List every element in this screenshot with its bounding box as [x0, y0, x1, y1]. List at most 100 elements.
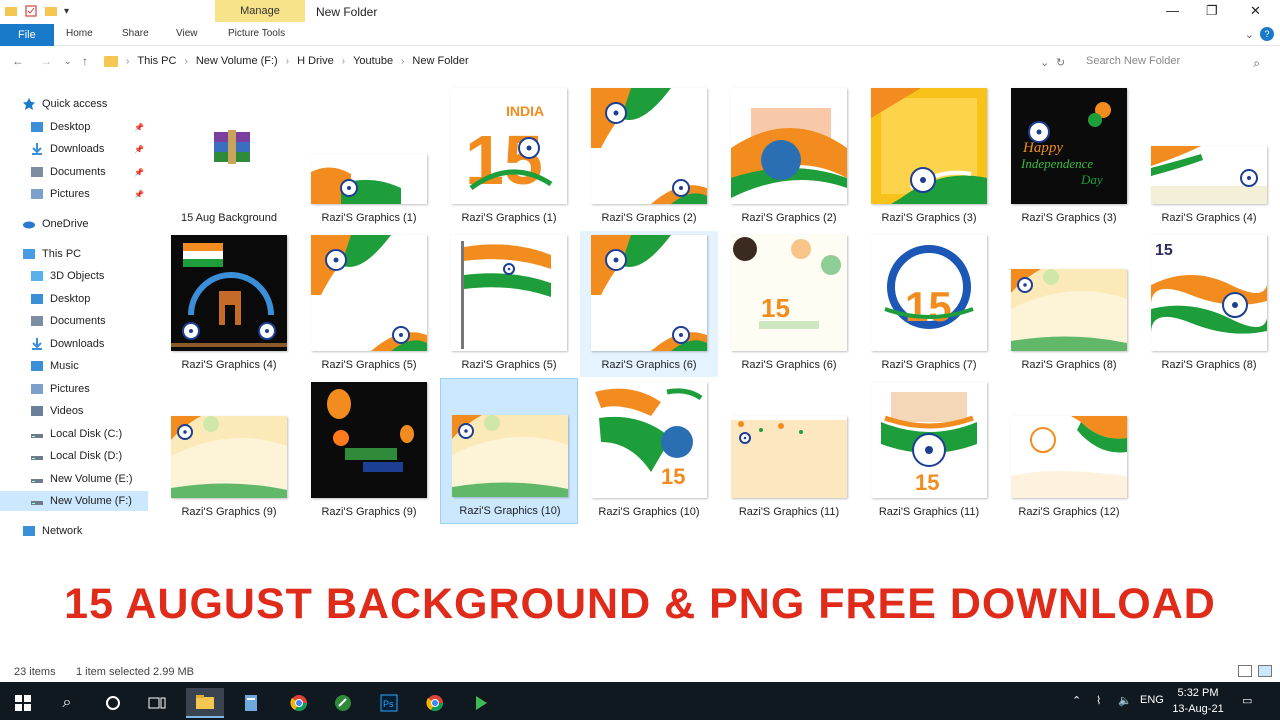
file-item[interactable]: INDIA 15 Razi'S Graphics (1) — [440, 84, 578, 230]
tab-picture-tools[interactable]: Picture Tools — [228, 28, 285, 39]
refresh-icon[interactable]: ↻ — [1056, 56, 1065, 69]
sidebar-item-this-pc[interactable]: This PC — [22, 244, 81, 264]
sidebar-item-desktop[interactable]: Desktop — [30, 289, 90, 309]
sidebar-item-network[interactable]: Network — [22, 521, 82, 541]
svg-text:15: 15 — [661, 464, 685, 489]
breadcrumb-youtube[interactable]: Youtube — [353, 55, 393, 67]
file-name: Razi'S Graphics (6) — [741, 359, 837, 371]
tab-home[interactable]: Home — [66, 28, 93, 39]
chevron-right-icon: › — [184, 55, 188, 67]
file-name: Razi'S Graphics (11) — [738, 506, 840, 518]
file-item[interactable]: Razi'S Graphics (11) — [720, 378, 858, 524]
sidebar-item-local-disk-d[interactable]: Local Disk (D:) — [30, 446, 122, 466]
clock[interactable]: 5:32 PM 13-Aug-21 — [1168, 685, 1228, 717]
sidebar-item-new-volume-f[interactable]: New Volume (F:) — [0, 491, 148, 511]
breadcrumb-this-pc[interactable]: This PC — [137, 55, 176, 67]
file-item[interactable]: Razi'S Graphics (10) — [440, 378, 578, 524]
breadcrumb-new-folder[interactable]: New Folder — [412, 55, 468, 67]
file-item[interactable]: 15 Razi'S Graphics (7) — [860, 231, 998, 377]
sidebar-item-local-disk-c[interactable]: Local Disk (C:) — [30, 424, 122, 444]
file-item[interactable]: Razi'S Graphics (4) — [160, 231, 298, 377]
volume-icon[interactable]: 🔈 — [1118, 694, 1132, 707]
file-item[interactable]: Razi'S Graphics (12) — [1000, 378, 1138, 524]
file-item[interactable]: 15 Razi'S Graphics (11) — [860, 378, 998, 524]
new-folder-icon[interactable] — [44, 4, 58, 18]
file-name: Razi'S Graphics (2) — [741, 212, 837, 224]
sidebar-item-pictures[interactable]: Pictures 📌 — [30, 184, 144, 204]
file-item[interactable]: 15 Razi'S Graphics (8) — [1140, 231, 1278, 377]
address-dropdown-icon[interactable]: ⌄ — [1040, 56, 1049, 69]
camtasia-icon[interactable] — [324, 688, 362, 718]
customize-qat-icon[interactable]: ▾ — [64, 6, 69, 17]
sidebar-item-downloads[interactable]: Downloads 📌 — [30, 139, 144, 159]
sidebar-item-downloads[interactable]: Downloads — [30, 334, 104, 354]
input-language[interactable]: ENG — [1140, 694, 1164, 706]
breadcrumb-h-drive[interactable]: H Drive — [297, 55, 334, 67]
sidebar-item-documents[interactable]: Documents — [30, 311, 106, 331]
chrome-icon[interactable] — [416, 688, 454, 718]
file-item[interactable]: Razi'S Graphics (8) — [1000, 231, 1138, 377]
notifications-icon[interactable]: ▭ — [1242, 694, 1252, 707]
notepad-icon[interactable] — [232, 688, 270, 718]
breadcrumb-new-volume-f[interactable]: New Volume (F:) — [196, 55, 278, 67]
back-arrow-icon[interactable]: ← — [12, 54, 24, 68]
cortana-icon[interactable] — [94, 688, 132, 718]
large-icons-view-icon[interactable] — [1258, 665, 1272, 677]
file-grid: 15 Aug Background Razi'S Graphics (1) INDI… — [160, 84, 1280, 534]
recent-locations-icon[interactable]: ⌄ — [64, 56, 72, 67]
pictures-icon — [30, 383, 44, 395]
file-item[interactable]: Razi'S Graphics (9) — [300, 378, 438, 524]
file-item[interactable]: Razi'S Graphics (5) — [300, 231, 438, 377]
sidebar-item-desktop[interactable]: Desktop 📌 — [30, 117, 144, 137]
file-item[interactable]: Razi'S Graphics (3) — [860, 84, 998, 230]
search-icon[interactable]: ⌕ — [48, 688, 86, 718]
search-input[interactable]: Search New Folder ⌕ — [1076, 51, 1266, 71]
tray-chevron-up-icon[interactable]: ⌃ — [1072, 694, 1081, 707]
manage-context-tab[interactable]: Manage — [215, 0, 305, 22]
windows-start-icon[interactable] — [4, 688, 42, 718]
file-item[interactable]: Razi'S Graphics (4) — [1140, 84, 1278, 230]
help-icon[interactable]: ? — [1260, 27, 1274, 41]
tab-file[interactable]: File — [0, 24, 54, 46]
expand-ribbon-icon[interactable]: ⌄ — [1245, 28, 1254, 41]
sidebar-item-onedrive[interactable]: OneDrive — [22, 214, 88, 234]
breadcrumb[interactable]: › This PC › New Volume (F:) › H Drive › … — [104, 51, 1034, 71]
taskbar: ⌕ Ps ⌃ ⌇ 🔈 ENG 5:32 PM 13-Aug-21 ▭ — [0, 682, 1280, 720]
file-item[interactable]: Razi'S Graphics (6) — [580, 231, 718, 377]
file-item[interactable]: Razi'S Graphics (5) — [440, 231, 578, 377]
maximize-button[interactable]: ❐ — [1206, 3, 1218, 19]
file-explorer-icon[interactable] — [186, 688, 224, 718]
sidebar-item-documents[interactable]: Documents 📌 — [30, 162, 144, 182]
sidebar-item-videos[interactable]: Videos — [30, 401, 83, 421]
media-player-icon[interactable] — [462, 688, 500, 718]
sidebar-item-new-volume-e[interactable]: New Volume (E:) — [30, 469, 133, 489]
chrome-icon[interactable] — [280, 688, 318, 718]
file-item[interactable]: Razi'S Graphics (2) — [720, 84, 858, 230]
tab-share[interactable]: Share — [122, 28, 149, 39]
image-thumbnail — [1151, 146, 1267, 204]
properties-icon[interactable] — [24, 4, 38, 18]
file-item[interactable]: Razi'S Graphics (1) — [300, 84, 438, 230]
photoshop-icon[interactable]: Ps — [370, 688, 408, 718]
tab-view[interactable]: View — [176, 28, 198, 39]
file-item[interactable]: 15 Aug Background — [160, 84, 298, 230]
file-item[interactable]: Razi'S Graphics (2) — [580, 84, 718, 230]
up-arrow-icon[interactable]: ↑ — [82, 54, 88, 68]
sidebar-item-3d-objects[interactable]: 3D Objects — [30, 266, 104, 286]
minimize-button[interactable]: — — [1166, 3, 1179, 18]
file-explorer-window: ▾ Manage New Folder — ❐ ✕ File Home Shar… — [0, 0, 1280, 720]
file-item[interactable]: Razi'S Graphics (9) — [160, 378, 298, 524]
file-item[interactable]: 15 Razi'S Graphics (10) — [580, 378, 718, 524]
sidebar-item-quick-access[interactable]: Quick access — [22, 94, 107, 114]
folder-icon[interactable] — [4, 4, 18, 18]
network-status-icon[interactable]: ⌇ — [1096, 694, 1101, 707]
details-view-icon[interactable] — [1238, 665, 1252, 677]
sidebar-item-music[interactable]: Music — [30, 356, 79, 376]
sidebar-item-pictures[interactable]: Pictures — [30, 379, 90, 399]
close-button[interactable]: ✕ — [1250, 3, 1261, 19]
task-view-icon[interactable] — [138, 688, 176, 718]
forward-arrow-icon[interactable]: → — [40, 54, 52, 68]
file-item[interactable]: Happy Independence Day Razi'S Graphics (3) — [1000, 84, 1138, 230]
file-item[interactable]: 15 Razi'S Graphics (6) — [720, 231, 858, 377]
sidebar-item-label: Desktop — [50, 293, 91, 305]
